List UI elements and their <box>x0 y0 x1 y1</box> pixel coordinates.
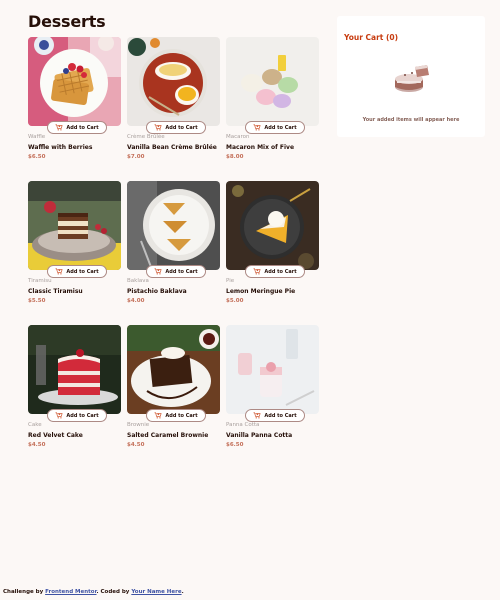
product-image <box>127 37 220 126</box>
add-to-cart-label: Add to Cart <box>264 268 297 275</box>
product-name: Macaron Mix of Five <box>226 144 295 151</box>
product-card: Add to Cart Cake Red Velvet Cake $4.50 <box>28 325 121 455</box>
product-image <box>226 37 319 126</box>
product-card: Add to Cart Pie Lemon Meringue Pie $5.00 <box>226 181 319 311</box>
product-card: Add to Cart Macaron Macaron Mix of Five … <box>226 37 319 167</box>
product-name: Salted Caramel Brownie <box>127 432 209 439</box>
add-to-cart-icon <box>55 124 63 131</box>
product-name: Classic Tiramisu <box>28 288 83 295</box>
product-image <box>28 181 121 270</box>
add-to-cart-button[interactable]: Add to Cart <box>245 265 305 278</box>
add-to-cart-button[interactable]: Add to Cart <box>47 409 107 422</box>
add-to-cart-icon <box>55 268 63 275</box>
add-to-cart-label: Add to Cart <box>165 124 198 131</box>
add-to-cart-button[interactable]: Add to Cart <box>146 121 206 134</box>
product-card: Add to Cart Waffle Waffle with Berries $… <box>28 37 121 167</box>
product-category: Waffle <box>28 134 46 140</box>
frontend-mentor-link[interactable]: Frontend Mentor <box>45 589 96 595</box>
footer-middle: . Coded by <box>96 589 130 595</box>
product-card: Add to Cart Baklava Pistachio Baklava $4… <box>127 181 220 311</box>
product-price: $7.00 <box>127 154 145 160</box>
product-price: $5.50 <box>28 298 46 304</box>
add-to-cart-button[interactable]: Add to Cart <box>146 265 206 278</box>
cart-panel: Your Cart (0) Your added items will appe… <box>337 16 485 137</box>
product-name: Vanilla Bean Crème Brûlée <box>127 144 217 151</box>
page-title: Desserts <box>28 12 106 31</box>
product-category: Brownie <box>127 422 150 428</box>
add-to-cart-label: Add to Cart <box>264 412 297 419</box>
add-to-cart-icon <box>154 124 162 131</box>
product-category: Macaron <box>226 134 250 140</box>
product-price: $6.50 <box>226 442 244 448</box>
cart-title: Your Cart (0) <box>344 33 399 42</box>
product-grid: Add to Cart Waffle Waffle with Berries $… <box>28 37 320 457</box>
product-category: Pie <box>226 278 235 284</box>
product-price: $4.50 <box>28 442 46 448</box>
add-to-cart-button[interactable]: Add to Cart <box>245 409 305 422</box>
product-image <box>127 181 220 270</box>
product-price: $4.00 <box>127 298 145 304</box>
product-category: Baklava <box>127 278 149 284</box>
product-category: Crème Brûlée <box>127 134 165 140</box>
add-to-cart-button[interactable]: Add to Cart <box>245 121 305 134</box>
product-name: Waffle with Berries <box>28 144 93 151</box>
product-name: Vanilla Panna Cotta <box>226 432 293 439</box>
product-name: Red Velvet Cake <box>28 432 83 439</box>
add-to-cart-label: Add to Cart <box>165 268 198 275</box>
add-to-cart-label: Add to Cart <box>264 124 297 131</box>
product-price: $6.50 <box>28 154 46 160</box>
product-price: $5.00 <box>226 298 244 304</box>
product-name: Lemon Meringue Pie <box>226 288 296 295</box>
author-link[interactable]: Your Name Here <box>131 589 181 595</box>
product-image <box>226 181 319 270</box>
add-to-cart-icon <box>55 412 63 419</box>
add-to-cart-button[interactable]: Add to Cart <box>47 121 107 134</box>
product-image <box>28 325 121 414</box>
empty-cart-illustration <box>395 65 429 92</box>
add-to-cart-icon <box>253 124 261 131</box>
attribution-footer: Challenge by Frontend Mentor. Coded by Y… <box>3 589 184 595</box>
add-to-cart-button[interactable]: Add to Cart <box>47 265 107 278</box>
add-to-cart-label: Add to Cart <box>66 268 99 275</box>
product-category: Cake <box>28 422 42 428</box>
footer-prefix: Challenge by <box>3 589 44 595</box>
add-to-cart-icon <box>253 412 261 419</box>
product-category: Panna Cotta <box>226 422 260 428</box>
product-image <box>127 325 220 414</box>
add-to-cart-label: Add to Cart <box>66 412 99 419</box>
add-to-cart-icon <box>253 268 261 275</box>
add-to-cart-label: Add to Cart <box>66 124 99 131</box>
add-to-cart-icon <box>154 268 162 275</box>
product-price: $4.50 <box>127 442 145 448</box>
add-to-cart-icon <box>154 412 162 419</box>
product-price: $8.00 <box>226 154 244 160</box>
product-card: Add to Cart Panna Cotta Vanilla Panna Co… <box>226 325 319 455</box>
add-to-cart-button[interactable]: Add to Cart <box>146 409 206 422</box>
product-card: Add to Cart Crème Brûlée Vanilla Bean Cr… <box>127 37 220 167</box>
product-name: Pistachio Baklava <box>127 288 187 295</box>
product-image <box>28 37 121 126</box>
product-category: Tiramisu <box>28 278 52 284</box>
product-image <box>226 325 319 414</box>
cart-empty-message: Your added items will appear here <box>362 117 460 123</box>
add-to-cart-label: Add to Cart <box>165 412 198 419</box>
product-card: Add to Cart Tiramisu Classic Tiramisu $5… <box>28 181 121 311</box>
footer-suffix: . <box>181 589 184 595</box>
product-card: Add to Cart Brownie Salted Caramel Brown… <box>127 325 220 455</box>
